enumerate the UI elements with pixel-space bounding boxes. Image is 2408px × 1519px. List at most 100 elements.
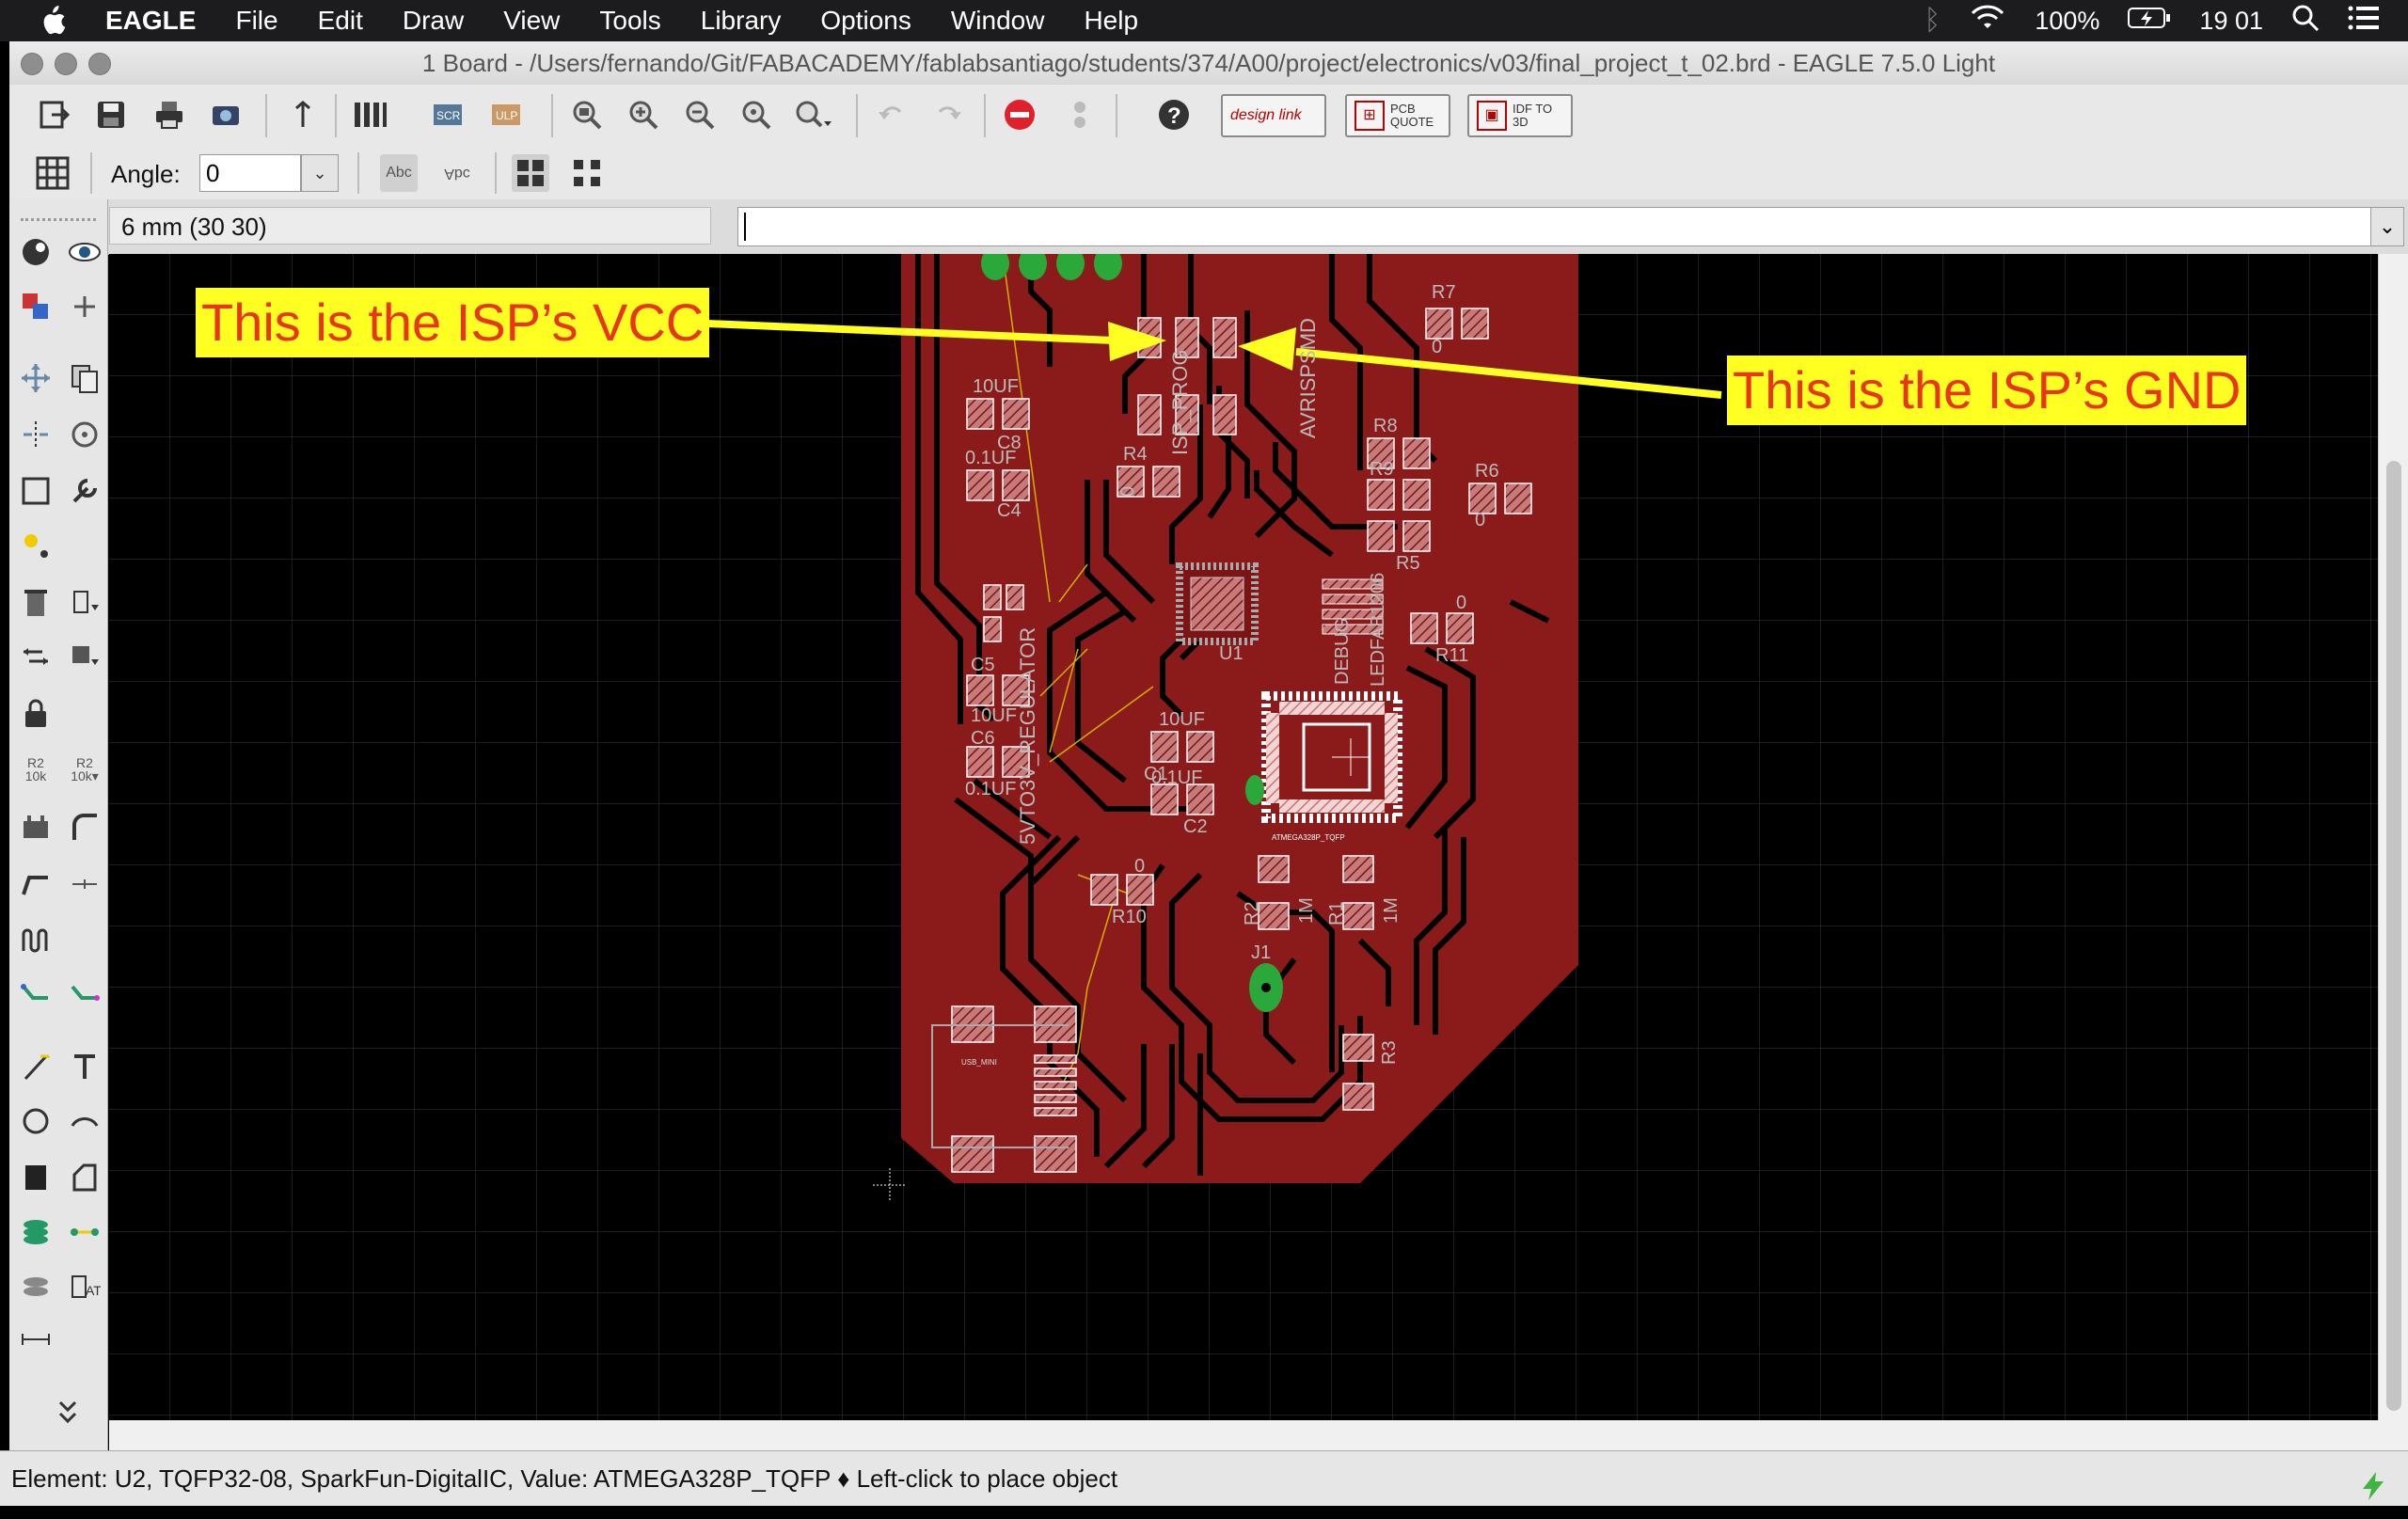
- optimize-icon[interactable]: [64, 863, 105, 905]
- circle-icon[interactable]: [15, 1100, 56, 1142]
- open-icon[interactable]: [36, 96, 73, 134]
- designlink-button[interactable]: design link: [1221, 94, 1326, 137]
- palette-grip: [21, 218, 96, 221]
- split-icon[interactable]: [15, 863, 56, 905]
- menu-draw[interactable]: Draw: [403, 6, 464, 36]
- mirror-text-normal-button[interactable]: Abc: [380, 154, 418, 192]
- menu-app-name[interactable]: EAGLE: [105, 6, 196, 36]
- bluetooth-icon[interactable]: ᛒ: [1924, 5, 1941, 37]
- command-history-dropdown[interactable]: ⌄: [2370, 207, 2404, 246]
- menu-library[interactable]: Library: [701, 6, 782, 36]
- idf-to-3d-button[interactable]: ▣ IDF TO 3D: [1467, 94, 1573, 137]
- angle-select[interactable]: 0: [199, 154, 301, 192]
- expand-palette-icon[interactable]: [47, 1392, 88, 1433]
- spotlight-search-icon[interactable]: [2291, 4, 2320, 39]
- ripup-icon[interactable]: [64, 974, 105, 1016]
- toolbar-separator: [335, 94, 337, 137]
- zoom-out-icon[interactable]: [681, 96, 719, 134]
- zoom-in-icon[interactable]: [625, 96, 662, 134]
- delete-icon[interactable]: [15, 581, 56, 623]
- signal-icon[interactable]: [64, 1211, 105, 1253]
- minimize-window-button[interactable]: [55, 53, 77, 75]
- command-line-input[interactable]: [737, 207, 2378, 246]
- stop-icon[interactable]: [1001, 96, 1038, 134]
- info-icon[interactable]: [15, 231, 56, 273]
- clock[interactable]: 19 01: [2199, 7, 2263, 36]
- redraw-icon[interactable]: [737, 96, 775, 134]
- layer-settings-icon[interactable]: [352, 96, 389, 134]
- group-icon[interactable]: [15, 470, 56, 512]
- smash-icon[interactable]: [15, 807, 56, 848]
- zoom-window-button[interactable]: [88, 53, 111, 75]
- pcb-layout: USB_MINI: [109, 254, 2378, 1420]
- help-icon[interactable]: ?: [1155, 96, 1193, 134]
- label-r1-value: 1M: [1381, 897, 1402, 924]
- menu-view[interactable]: View: [503, 6, 560, 36]
- value-icon[interactable]: R2 10k▾: [64, 749, 105, 790]
- arc-icon[interactable]: [64, 1100, 105, 1142]
- run-ulp-icon[interactable]: ULP: [489, 96, 527, 134]
- spacing-wide-icon[interactable]: [568, 154, 606, 192]
- lock-icon[interactable]: [15, 692, 56, 734]
- text-icon[interactable]: [64, 1046, 105, 1087]
- mirror-icon[interactable]: [15, 414, 56, 455]
- copy-icon[interactable]: [64, 357, 105, 399]
- go-icon[interactable]: [1061, 96, 1099, 134]
- angle-value: 0: [206, 159, 220, 187]
- dimension-icon[interactable]: [15, 1319, 56, 1360]
- print-icon[interactable]: [150, 96, 188, 134]
- name-icon[interactable]: R2 10k: [15, 749, 56, 790]
- switch-to-schematic-icon[interactable]: [284, 96, 322, 134]
- vertical-scrollbar[interactable]: [2378, 254, 2408, 1420]
- meander-icon[interactable]: [15, 920, 56, 961]
- toolbar-separator: [495, 152, 497, 194]
- redo-icon[interactable]: [929, 96, 967, 134]
- via-icon[interactable]: [15, 1211, 56, 1253]
- zoom-select-icon[interactable]: [794, 96, 832, 134]
- miter-icon[interactable]: [64, 807, 105, 848]
- show-icon[interactable]: [64, 231, 105, 273]
- menu-options[interactable]: Options: [820, 6, 911, 36]
- change-icon[interactable]: [64, 470, 105, 512]
- scrollbar-thumb[interactable]: [2386, 461, 2401, 1411]
- pinswap-icon[interactable]: [15, 636, 56, 677]
- battery-charging-icon[interactable]: [2128, 7, 2171, 36]
- lightning-icon[interactable]: [2361, 1464, 2385, 1519]
- rect-icon[interactable]: [15, 1157, 56, 1198]
- rotate-icon[interactable]: [64, 414, 105, 455]
- close-window-button[interactable]: [21, 53, 43, 75]
- angle-dropdown[interactable]: ⌄: [301, 154, 339, 192]
- grid-icon[interactable]: [34, 154, 71, 192]
- notification-center-icon[interactable]: [2348, 5, 2380, 38]
- route-icon[interactable]: [15, 974, 56, 1016]
- status-text: Element: U2, TQFP32-08, SparkFun-Digital…: [11, 1464, 1118, 1493]
- label-c6-name: C6: [971, 728, 995, 749]
- display-layers-icon[interactable]: [15, 286, 56, 327]
- spacing-normal-icon[interactable]: [512, 154, 549, 192]
- replace-icon[interactable]: [64, 636, 105, 677]
- wire-icon[interactable]: [15, 1046, 56, 1087]
- add-icon[interactable]: [64, 581, 105, 623]
- script-icon[interactable]: SCR: [431, 96, 468, 134]
- menu-edit[interactable]: Edit: [318, 6, 363, 36]
- wifi-icon[interactable]: [1969, 4, 2006, 39]
- undo-icon[interactable]: [873, 96, 911, 134]
- menu-window[interactable]: Window: [951, 6, 1045, 36]
- pcb-quote-button[interactable]: ⊞ PCB QUOTE: [1345, 94, 1450, 137]
- move-icon[interactable]: [15, 357, 56, 399]
- zoom-fit-icon[interactable]: [568, 96, 606, 134]
- board-canvas[interactable]: USB_MINI 10UF C8 0.1UF C4 C5 10UF C6 0.1…: [109, 254, 2378, 1420]
- mirror-text-mirrored-icon[interactable]: Abc: [438, 154, 476, 192]
- paste-icon[interactable]: [15, 525, 56, 566]
- cam-processor-icon[interactable]: [207, 96, 245, 134]
- angle-label: Angle:: [111, 160, 181, 188]
- menu-tools[interactable]: Tools: [599, 6, 660, 36]
- mark-icon[interactable]: [64, 286, 105, 327]
- polygon-icon[interactable]: [64, 1157, 105, 1198]
- menu-help[interactable]: Help: [1084, 6, 1138, 36]
- apple-icon[interactable]: [34, 4, 71, 38]
- menu-file[interactable]: File: [235, 6, 277, 36]
- hole-icon[interactable]: [15, 1266, 56, 1307]
- attribute-icon[interactable]: AT: [64, 1266, 105, 1307]
- save-icon[interactable]: [92, 96, 130, 134]
